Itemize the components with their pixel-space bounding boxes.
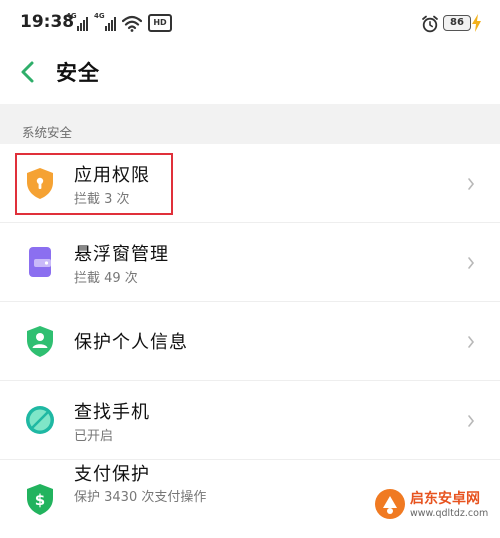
list-item-personal-info[interactable]: 保护个人信息 xyxy=(0,302,500,380)
find-phone-icon xyxy=(26,406,54,434)
list-item-app-permissions[interactable]: 应用权限 拦截 3 次 xyxy=(0,144,500,222)
charging-icon xyxy=(472,14,481,32)
status-bar: 19:38 4G 4G HD 86 xyxy=(0,0,500,50)
item-name: 查找手机 xyxy=(74,402,150,423)
section-header: 系统安全 xyxy=(0,104,500,144)
section-title: 系统安全 xyxy=(22,125,73,140)
back-arrow-icon[interactable] xyxy=(14,58,42,86)
page-title: 安全 xyxy=(56,61,100,85)
chevron-right-icon xyxy=(468,336,475,348)
signal-icon: 4G xyxy=(66,12,88,32)
alarm-icon xyxy=(422,15,438,33)
payment-shield-icon: $ xyxy=(27,484,53,515)
item-name: 支付保护 xyxy=(74,464,150,485)
chevron-right-icon xyxy=(468,178,475,190)
item-name: 保护个人信息 xyxy=(74,332,188,353)
floating-window-icon xyxy=(29,247,51,277)
list-item-find-phone[interactable]: 查找手机 已开启 xyxy=(0,381,500,459)
app-header: 安全 xyxy=(0,50,500,104)
battery-icon: 86 xyxy=(443,15,471,31)
watermark-url: www.qdltdz.com xyxy=(410,508,489,519)
hd-icon: HD xyxy=(148,14,172,32)
signal-group: 4G 4G HD xyxy=(66,12,172,32)
chevron-right-icon xyxy=(468,415,475,427)
user-shield-icon xyxy=(27,326,53,357)
item-subtitle: 拦截 3 次 xyxy=(74,192,130,207)
list-item-floating-window[interactable]: 悬浮窗管理 拦截 49 次 xyxy=(0,223,500,301)
wifi-icon xyxy=(122,15,142,32)
svg-text:$: $ xyxy=(35,491,45,509)
shield-lock-icon xyxy=(27,168,53,199)
item-name: 悬浮窗管理 xyxy=(74,244,169,265)
item-subtitle: 已开启 xyxy=(74,429,114,444)
signal-icon: 4G xyxy=(94,12,116,32)
watermark-title: 启东安卓网 xyxy=(410,491,480,507)
item-name: 应用权限 xyxy=(74,165,150,186)
chevron-right-icon xyxy=(468,257,475,269)
item-subtitle: 保护 3430 次支付操作 xyxy=(74,490,207,505)
watermark-logo-icon xyxy=(375,489,405,519)
watermark: 启东安卓网 www.qdltdz.com xyxy=(374,486,498,522)
item-subtitle: 拦截 49 次 xyxy=(74,271,138,286)
